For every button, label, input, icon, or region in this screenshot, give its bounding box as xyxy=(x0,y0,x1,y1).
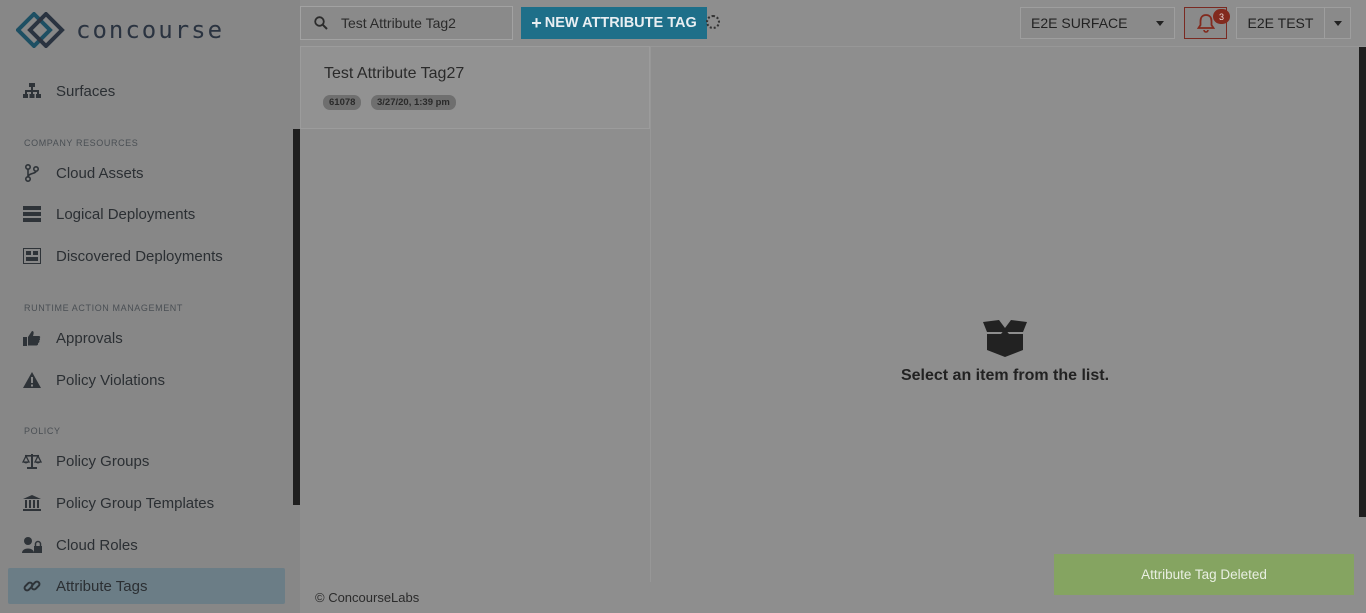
brand-name: concourse xyxy=(76,16,225,44)
sidebar-item-cloud-roles[interactable]: Cloud Roles xyxy=(8,527,285,563)
section-header-policy: POLICY xyxy=(24,426,61,436)
footer-copyright: © ConcourseLabs xyxy=(315,590,420,605)
list-item-date-badge: 3/27/20, 1:39 pm xyxy=(371,95,456,110)
empty-state: Select an item from the list. xyxy=(880,318,1130,385)
section-header-company-resources: COMPANY RESOURCES xyxy=(24,138,139,148)
surface-selector-value: E2E SURFACE xyxy=(1031,15,1128,31)
sidebar-item-surfaces[interactable]: Surfaces xyxy=(8,73,285,109)
sidebar-item-label: Policy Group Templates xyxy=(56,494,215,512)
sidebar-item-policy-violations[interactable]: Policy Violations xyxy=(8,362,285,398)
list-item-title: Test Attribute Tag27 xyxy=(324,65,465,82)
user-menu-toggle[interactable] xyxy=(1325,20,1350,26)
sidebar-item-label: Cloud Assets xyxy=(56,164,144,182)
sidebar-item-label: Cloud Roles xyxy=(56,536,138,554)
sidebar-item-label: Approvals xyxy=(56,329,123,347)
sidebar-item-policy-groups[interactable]: Policy Groups xyxy=(8,443,285,479)
discover-icon xyxy=(22,246,42,266)
thumbs-up-icon xyxy=(22,328,42,348)
sidebar-item-attribute-tags[interactable]: Attribute Tags xyxy=(8,568,285,604)
chevron-down-icon xyxy=(1156,20,1164,26)
search-field[interactable] xyxy=(300,6,513,40)
sidebar-item-label: Discovered Deployments xyxy=(56,247,223,265)
detail-scrollbar[interactable] xyxy=(1359,47,1366,517)
sidebar-item-label: Surfaces xyxy=(56,82,116,100)
chevron-down-icon xyxy=(1333,20,1342,26)
surface-selector[interactable]: E2E SURFACE xyxy=(1020,7,1175,39)
new-attribute-tag-label: NEW ATTRIBUTE TAG xyxy=(544,15,697,31)
warning-icon xyxy=(22,370,42,390)
server-icon xyxy=(22,204,42,224)
detail-panel-divider xyxy=(651,46,1366,47)
sidebar-item-label: Attribute Tags xyxy=(56,577,148,595)
sidebar-item-label: Policy Violations xyxy=(56,371,165,389)
sidebar-item-cloud-assets[interactable]: Cloud Assets xyxy=(8,155,285,191)
institution-icon xyxy=(22,493,42,513)
loading-spinner-icon xyxy=(706,15,720,29)
list-item[interactable]: Test Attribute Tag27 61078 3/27/20, 1:39… xyxy=(300,46,650,129)
brand-logo[interactable]: concourse xyxy=(16,12,224,48)
branch-icon xyxy=(22,163,42,183)
sidebar-item-approvals[interactable]: Approvals xyxy=(8,320,285,356)
sidebar-item-label: Logical Deployments xyxy=(56,205,196,223)
user-name: E2E TEST xyxy=(1237,8,1325,38)
new-attribute-tag-button[interactable]: + NEW ATTRIBUTE TAG xyxy=(521,7,707,39)
bell-icon xyxy=(1196,14,1215,33)
sidebar-item-logical-deployments[interactable]: Logical Deployments xyxy=(8,196,285,232)
user-lock-icon xyxy=(22,535,42,555)
search-input[interactable] xyxy=(341,15,501,31)
toast-notification[interactable]: Attribute Tag Deleted xyxy=(1054,554,1354,595)
section-header-runtime: RUNTIME ACTION MANAGEMENT xyxy=(24,303,184,313)
balance-scale-icon xyxy=(22,451,42,471)
user-menu[interactable]: E2E TEST xyxy=(1236,7,1351,39)
notification-count-badge: 3 xyxy=(1213,9,1230,24)
plus-icon: + xyxy=(531,12,542,33)
list-item-id-badge: 61078 xyxy=(323,95,362,110)
concourse-logo-icon xyxy=(16,12,65,48)
sidebar-item-label: Policy Groups xyxy=(56,452,150,470)
empty-state-message: Select an item from the list. xyxy=(900,367,1110,384)
sidebar-scrollbar[interactable] xyxy=(293,129,300,505)
sitemap-icon xyxy=(22,81,42,101)
sidebar: concourse Surfaces COMPANY RESOURCES Clo… xyxy=(0,0,300,613)
open-box-icon xyxy=(983,320,1027,357)
link-icon xyxy=(22,576,42,596)
search-icon xyxy=(301,16,341,30)
sidebar-item-policy-group-templates[interactable]: Policy Group Templates xyxy=(8,485,285,521)
sidebar-item-discovered-deployments[interactable]: Discovered Deployments xyxy=(8,238,285,274)
